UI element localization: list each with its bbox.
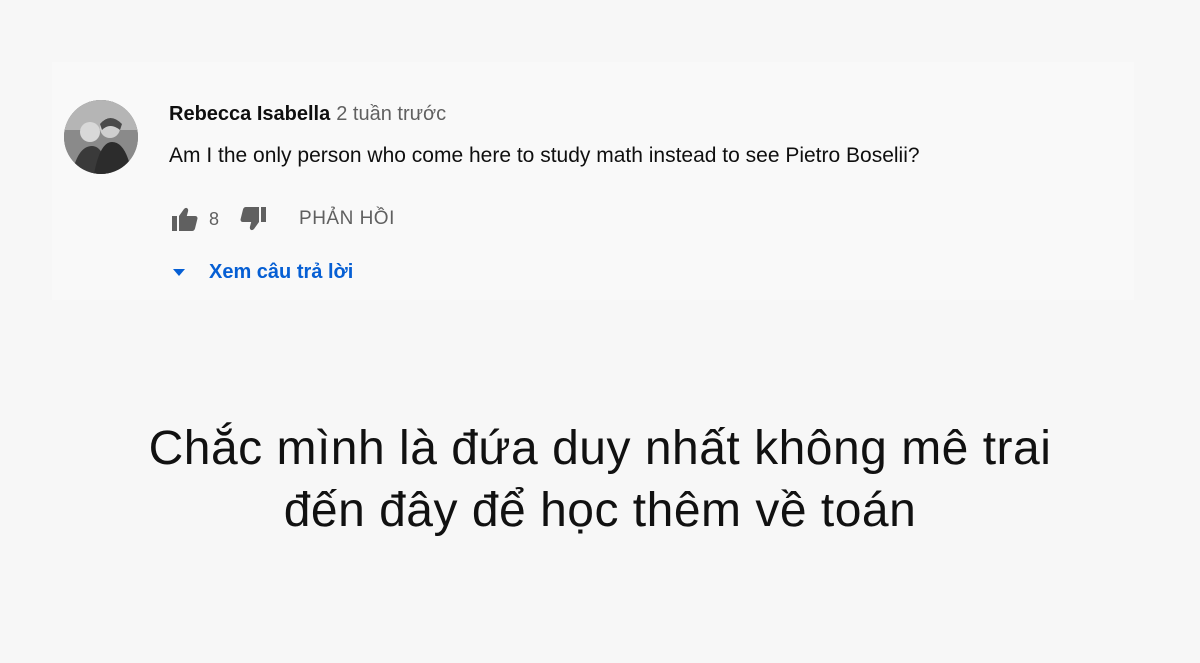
view-replies-button[interactable]: Xem câu trả lời (169, 255, 353, 289)
comment-header: Rebecca Isabella 2 tuần trước (169, 100, 1114, 128)
comment-text: Am I the only person who come here to st… (169, 144, 920, 167)
comment-actions: 8 PHẢN HỒI (169, 202, 395, 236)
author-name[interactable]: Rebecca Isabella (169, 103, 330, 125)
caption-line-2: đến đây để học thêm về toán (283, 484, 917, 537)
view-replies-label: Xem câu trả lời (209, 260, 354, 283)
thumbs-up-icon (172, 207, 198, 231)
like-count: 8 (209, 208, 220, 229)
meme-caption: Chắc mình là đứa duy nhất không mê trai … (0, 418, 1200, 542)
comment-timestamp[interactable]: 2 tuần trước (336, 103, 446, 125)
like-button[interactable] (169, 203, 201, 235)
avatar[interactable] (64, 100, 138, 174)
avatar-image (64, 100, 138, 174)
reply-button[interactable]: PHẢN HỒI (299, 208, 395, 230)
page: Rebecca Isabella 2 tuần trước Am I the on… (0, 0, 1200, 663)
comment-body: Rebecca Isabella 2 tuần trước Am I the on… (169, 100, 1114, 283)
caret-down-icon (169, 262, 189, 282)
thumbs-down-icon (240, 207, 267, 231)
dislike-button[interactable] (237, 203, 269, 235)
comment-card: Rebecca Isabella 2 tuần trước Am I the on… (52, 62, 1134, 300)
caption-line-1: Chắc mình là đứa duy nhất không mê trai (148, 422, 1052, 475)
